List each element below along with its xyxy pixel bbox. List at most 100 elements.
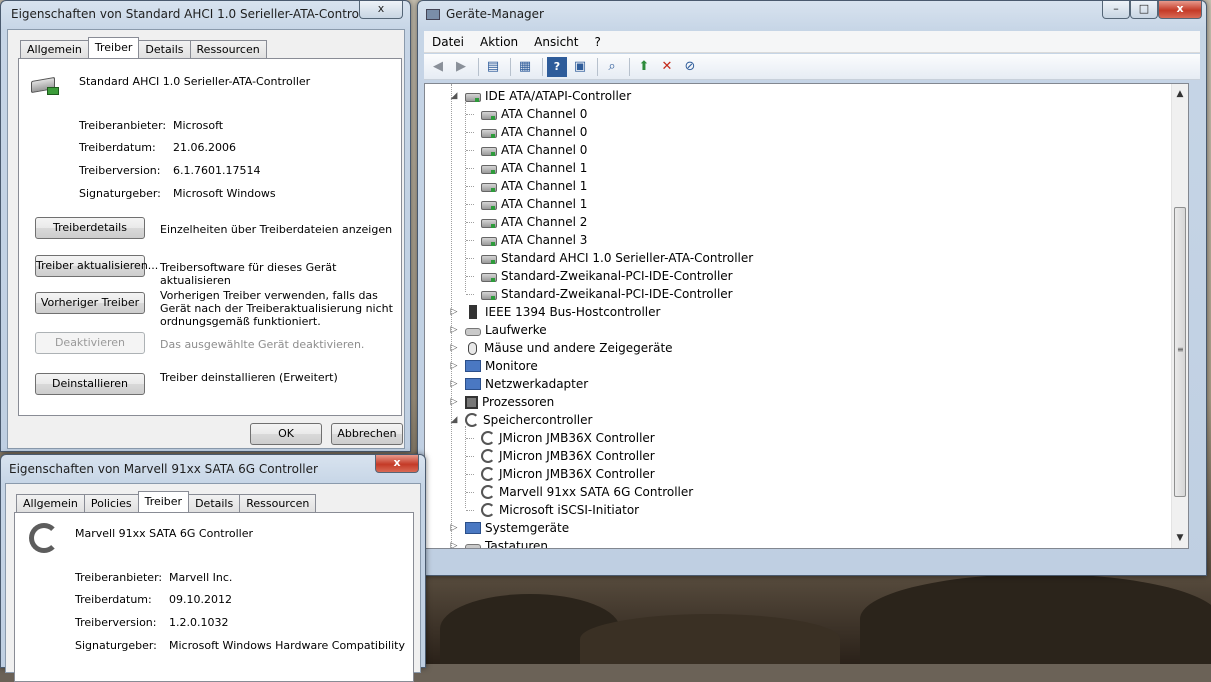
tree-device[interactable]: ATA Channel 3 [481, 231, 587, 249]
menubar: Datei Aktion Ansicht ? [424, 31, 1200, 53]
expand-arrow-icon[interactable]: ▷ [449, 361, 459, 371]
tab-allgemein[interactable]: Allgemein [16, 494, 85, 512]
titlebar[interactable]: Geräte-Manager – □ x [418, 1, 1206, 27]
scrollbar-thumb[interactable]: ≡ [1174, 207, 1186, 497]
tree-category[interactable]: ▷ Netzwerkadapter [449, 375, 589, 393]
tree-device[interactable]: ATA Channel 0 [481, 141, 587, 159]
tab-details[interactable]: Details [138, 40, 191, 58]
tree-device[interactable]: ATA Channel 0 [481, 123, 587, 141]
field-value: Marvell Inc. [169, 571, 233, 584]
expand-arrow-icon[interactable]: ▷ [449, 307, 459, 317]
toolbar-separator [597, 57, 598, 76]
tree-item-label: Tastaturen [485, 539, 548, 549]
titlebar[interactable]: Eigenschaften von Standard AHCI 1.0 Seri… [1, 1, 410, 27]
tab-policies[interactable]: Policies [83, 494, 139, 512]
tree-category[interactable]: ▷ Monitore [449, 357, 538, 375]
disable-device-icon[interactable]: ⊘ [680, 57, 700, 77]
tree-category[interactable]: ▷ Systemgeräte [449, 519, 570, 537]
collapse-arrow-icon[interactable]: ◢ [449, 415, 459, 425]
tree-device[interactable]: JMicron JMB36X Controller [481, 465, 655, 483]
uninstall-button[interactable]: Deinstallieren [35, 373, 145, 395]
drive-device-icon [481, 219, 497, 228]
close-button[interactable]: x [359, 1, 403, 19]
tab-allgemein[interactable]: Allgemein [20, 40, 89, 58]
tree-device[interactable]: ATA Channel 1 [481, 177, 587, 195]
help-icon[interactable]: ? [547, 56, 567, 77]
cancel-button[interactable]: Abbrechen [331, 423, 403, 445]
titlebar[interactable]: Eigenschaften von Marvell 91xx SATA 6G C… [1, 455, 425, 481]
expand-arrow-icon[interactable]: ▷ [449, 541, 459, 548]
forward-arrow-icon[interactable]: ▶ [451, 57, 471, 77]
vertical-scrollbar[interactable]: ▲ ≡ ▼ [1171, 84, 1188, 548]
tree-category[interactable]: ▷ Mäuse und andere Zeigegeräte [449, 339, 673, 357]
tree-device[interactable]: Standard-Zweikanal-PCI-IDE-Controller [481, 267, 733, 285]
tab-ressourcen[interactable]: Ressourcen [239, 494, 317, 512]
tree-item-label: ATA Channel 1 [501, 179, 588, 193]
expand-arrow-icon[interactable]: ▷ [449, 343, 459, 353]
tree-item-label: Prozessoren [482, 395, 555, 409]
expand-arrow-icon[interactable]: ▷ [449, 523, 459, 533]
close-button[interactable]: x [375, 455, 419, 473]
tab-panel-treiber: Marvell 91xx SATA 6G Controller Treibera… [14, 512, 414, 682]
tab-treiber[interactable]: Treiber [87, 37, 140, 58]
storage-device-icon [465, 413, 479, 427]
tree-device[interactable]: Standard AHCI 1.0 Serieller-ATA-Controll… [481, 249, 753, 267]
tree-device[interactable]: Marvell 91xx SATA 6G Controller [481, 483, 693, 501]
tree-item-label: JMicron JMB36X Controller [499, 449, 655, 463]
device-tree[interactable]: ▲ ≡ ▼ ◢ IDE ATA/ATAPI-Controller ATA Chann… [424, 83, 1189, 549]
menu-help[interactable]: ? [586, 35, 608, 49]
scroll-down-arrow-icon[interactable]: ▼ [1172, 530, 1188, 546]
tree-category[interactable]: ▷ IEEE 1394 Bus-Hostcontroller [449, 303, 660, 321]
expand-arrow-icon[interactable]: ▷ [449, 325, 459, 335]
tree-device[interactable]: Standard-Zweikanal-PCI-IDE-Controller [481, 285, 733, 303]
drive-device-icon [481, 291, 497, 300]
show-hide-console-tree-icon[interactable]: ▤ [483, 57, 503, 77]
uninstall-icon[interactable]: ✕ [657, 57, 677, 77]
tree-item-label: Speichercontroller [483, 413, 593, 427]
tree-item-label: JMicron JMB36X Controller [499, 431, 655, 445]
expand-arrow-icon[interactable]: ▷ [449, 379, 459, 389]
tree-category[interactable]: ◢ IDE ATA/ATAPI-Controller [449, 87, 632, 105]
tree-device[interactable]: ATA Channel 2 [481, 213, 587, 231]
close-button[interactable]: x [1158, 1, 1202, 19]
menu-aktion[interactable]: Aktion [472, 35, 526, 49]
action-description: Einzelheiten über Treiberdateien anzeige… [160, 223, 393, 236]
tree-connector [466, 276, 474, 277]
menu-ansicht[interactable]: Ansicht [526, 35, 586, 49]
tree-device[interactable]: ATA Channel 1 [481, 195, 587, 213]
tree-device[interactable]: JMicron JMB36X Controller [481, 447, 655, 465]
tab-treiber[interactable]: Treiber [137, 491, 190, 512]
tree-device[interactable]: ATA Channel 0 [481, 105, 587, 123]
tree-item-label: JMicron JMB36X Controller [499, 467, 655, 481]
update-driver-icon[interactable]: ⬆ [634, 57, 654, 77]
tree-category[interactable]: ▷ Tastaturen [449, 537, 548, 549]
menu-datei[interactable]: Datei [424, 35, 472, 49]
scroll-up-arrow-icon[interactable]: ▲ [1172, 86, 1188, 102]
tab-ressourcen[interactable]: Ressourcen [189, 40, 267, 58]
tree-category[interactable]: ◢ Speichercontroller [449, 411, 592, 429]
tab-details[interactable]: Details [188, 494, 241, 512]
tree-category[interactable]: ▷ Laufwerke [449, 321, 547, 339]
tree-device[interactable]: ATA Channel 1 [481, 159, 587, 177]
maximize-button[interactable]: □ [1130, 1, 1158, 19]
tree-category[interactable]: ▷ Prozessoren [449, 393, 555, 411]
properties-icon[interactable]: ▦ [515, 57, 535, 77]
close-icon: x [1176, 2, 1184, 15]
tree-device[interactable]: JMicron JMB36X Controller [481, 429, 655, 447]
scan-hardware-icon[interactable]: ⌕ [602, 57, 622, 77]
disable-button[interactable]: Deaktivieren [35, 332, 145, 354]
field-label: Treiberdatum: [79, 141, 156, 154]
minimize-button[interactable]: – [1102, 1, 1130, 19]
toolbar-separator [629, 57, 630, 76]
rollback-driver-button[interactable]: Vorheriger Treiber [35, 292, 145, 314]
action-pane-icon[interactable]: ▣ [570, 57, 590, 77]
tree-connector [466, 258, 474, 259]
drive-device-icon [481, 111, 497, 120]
update-driver-button[interactable]: Treiber aktualisieren... [35, 255, 158, 277]
collapse-arrow-icon[interactable]: ◢ [449, 91, 459, 101]
back-arrow-icon[interactable]: ◀ [428, 57, 448, 77]
tree-device[interactable]: Microsoft iSCSI-Initiator [481, 501, 639, 519]
driver-details-button[interactable]: Treiberdetails [35, 217, 145, 239]
expand-arrow-icon[interactable]: ▷ [449, 397, 459, 407]
ok-button[interactable]: OK [250, 423, 322, 445]
